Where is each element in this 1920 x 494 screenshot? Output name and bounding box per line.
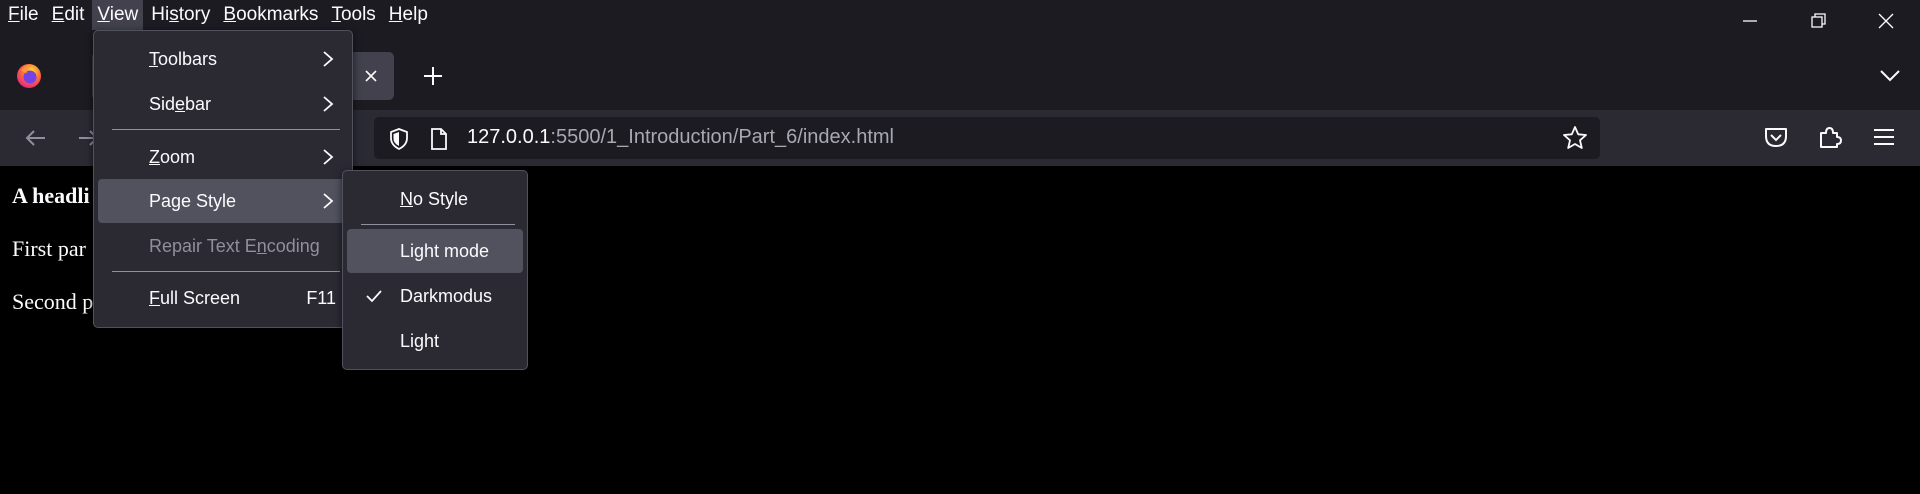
- back-icon[interactable]: [22, 124, 50, 152]
- page-style-no-style[interactable]: No Style: [347, 177, 523, 221]
- view-menu-sidebar[interactable]: Sidebar: [98, 82, 348, 126]
- tracking-protection-shield-icon[interactable]: [388, 127, 410, 151]
- checkmark-icon: [366, 290, 382, 303]
- menu-tools[interactable]: Tools: [326, 0, 380, 30]
- url-host: 127.0.0.1: [467, 126, 551, 148]
- firefox-menu-icon[interactable]: [15, 62, 43, 90]
- chevron-right-icon: [323, 51, 334, 67]
- pocket-icon[interactable]: [1762, 123, 1790, 151]
- page-style-darkmodus[interactable]: Darkmodus: [347, 274, 523, 318]
- hamburger-menu-icon[interactable]: [1870, 123, 1898, 151]
- full-screen-shortcut: F11: [306, 288, 336, 308]
- paragraph-second: Second p: [12, 289, 94, 314]
- view-menu-repair-text-encoding: Repair Text Encoding: [149, 236, 320, 256]
- page-style-submenu: No Style Light mode Darkmodus Light: [342, 170, 528, 370]
- page-info-icon[interactable]: [428, 127, 450, 151]
- chevron-right-icon: [323, 193, 334, 209]
- chevron-right-icon: [323, 149, 334, 165]
- menu-separator: [112, 129, 340, 130]
- url-path: :5500/1_Introduction/Part_6/index.html: [550, 126, 894, 148]
- url-text[interactable]: 127.0.0.1:5500/1_Introduction/Part_6/ind…: [467, 126, 894, 149]
- menu-separator: [112, 271, 340, 272]
- menu-history[interactable]: History: [146, 0, 215, 30]
- restore-button[interactable]: [1784, 0, 1852, 42]
- view-menu-zoom[interactable]: Zoom: [98, 135, 348, 179]
- menu-separator: [361, 224, 515, 225]
- menu-file[interactable]: File: [3, 0, 44, 30]
- view-menu-full-screen[interactable]: Full Screen F11: [98, 276, 348, 320]
- list-all-tabs-icon[interactable]: [1878, 66, 1902, 86]
- menu-bookmarks[interactable]: Bookmarks: [218, 0, 323, 30]
- menubar: File Edit View History Bookmarks Tools H…: [0, 0, 433, 30]
- window-controls: [1716, 0, 1920, 42]
- extensions-icon[interactable]: [1816, 123, 1844, 151]
- minimize-button[interactable]: [1716, 0, 1784, 42]
- page-style-light[interactable]: Light: [347, 319, 523, 363]
- close-tab-icon[interactable]: [362, 67, 380, 85]
- menu-edit[interactable]: Edit: [47, 0, 90, 30]
- minimize-icon: [1743, 20, 1757, 22]
- url-bar[interactable]: 127.0.0.1:5500/1_Introduction/Part_6/ind…: [374, 117, 1600, 159]
- bookmark-star-icon[interactable]: [1562, 125, 1588, 151]
- view-menu-popup: Toolbars Sidebar Zoom Page Style Repair …: [93, 30, 353, 328]
- page-heading: A headli: [12, 183, 90, 208]
- close-window-button[interactable]: [1852, 0, 1920, 42]
- restore-icon: [1811, 13, 1826, 28]
- paragraph-first: First par: [12, 236, 86, 261]
- menu-view[interactable]: View: [92, 0, 144, 30]
- menu-help[interactable]: Help: [384, 0, 433, 30]
- page-style-light-mode[interactable]: Light mode: [347, 229, 523, 273]
- new-tab-icon[interactable]: [421, 64, 445, 88]
- close-icon: [1878, 13, 1894, 29]
- view-menu-toolbars[interactable]: Toolbars: [98, 37, 348, 81]
- view-menu-page-style[interactable]: Page Style: [98, 179, 348, 223]
- chevron-right-icon: [323, 96, 334, 112]
